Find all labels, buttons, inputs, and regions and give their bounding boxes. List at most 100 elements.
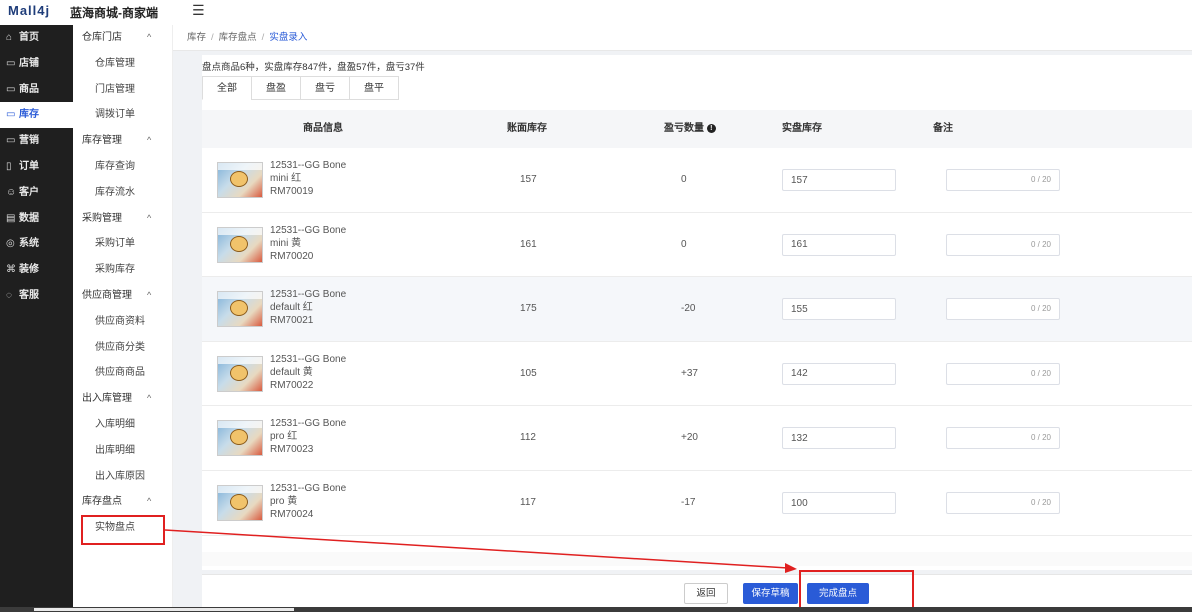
breadcrumb-current: 实盘录入	[269, 32, 308, 43]
sidebar-icon: ⌂	[6, 32, 13, 43]
submenu-item[interactable]: 调拨订单	[73, 102, 172, 128]
sidebar-icon: ▭	[6, 109, 16, 121]
chevron-up-icon: ^	[147, 32, 152, 42]
sidebar: ⌂ 首页 ▭ 店铺 ▭ 商品 ▭ 库存 ▭ 营销 ▯ 订单 ☺ 客户 ▤ 数据 ◎ 系统 ⌘ 装修 ◌ 客服	[0, 25, 73, 612]
sidebar-item-label: 首页	[19, 32, 39, 43]
sidebar-item[interactable]: ▭ 商品	[0, 77, 73, 103]
product-info: 12531--GG Bone pro 红 RM70023	[270, 417, 346, 456]
submenu-group[interactable]: 库存盘点 ^	[73, 489, 172, 515]
submenu-group[interactable]: 库存管理 ^	[73, 128, 172, 154]
table-row: 12531--GG Bonepro 红RM70023 112 +20 0 / 20	[202, 406, 1192, 471]
product-name: 12531--GG Bone	[270, 418, 347, 430]
table-row: 12531--GG Bonedefault 红RM70021 175 -20 0 / …	[202, 277, 1192, 342]
tab-balanced[interactable]: 盘平	[349, 76, 399, 100]
diff-quantity: +37	[681, 367, 698, 379]
product-name: 12531--GG Bone	[270, 224, 347, 236]
submenu-group-title: 仓库门店	[82, 32, 122, 43]
table-header: 商品信息 账面库存 盈亏数量 ! 实盘库存 备注	[202, 110, 1192, 148]
submenu-item[interactable]: 入库明细	[73, 412, 172, 438]
remark-char-count: 0 / 20	[1030, 368, 1051, 378]
submenu-item[interactable]: 供应商商品	[73, 360, 172, 386]
product-code: RM70022	[270, 379, 314, 391]
header-diff: 盈亏数量 !	[664, 110, 716, 148]
sidebar-item[interactable]: ▯ 订单	[0, 154, 73, 180]
product-info: 12531--GG Bone default 红 RM70021	[270, 288, 346, 327]
actual-stock-input[interactable]	[782, 362, 896, 385]
top-bar: Mall4j 蓝海商城-商家端 ☰	[0, 0, 1192, 25]
sidebar-icon: ▤	[6, 212, 16, 224]
horizontal-scrollbar[interactable]	[202, 552, 1192, 566]
info-icon[interactable]: !	[706, 124, 716, 133]
sidebar-item[interactable]: ⌂ 首页	[0, 25, 73, 51]
diff-quantity: 0	[681, 238, 687, 250]
sidebar-item[interactable]: ▭ 营销	[0, 128, 73, 154]
submenu-item[interactable]: 出库明细	[73, 438, 172, 464]
actual-stock-input[interactable]	[782, 427, 896, 450]
submenu-group[interactable]: 仓库门店 ^	[73, 25, 172, 51]
remark-input[interactable]: 0 / 20	[946, 298, 1060, 321]
product-thumbnail	[217, 291, 263, 328]
actual-stock-input[interactable]	[782, 298, 896, 321]
actual-stock-input[interactable]	[782, 492, 896, 514]
submenu-item[interactable]: 门店管理	[73, 77, 172, 103]
submenu-item[interactable]: 库存查询	[73, 154, 172, 180]
product-name: 12531--GG Bone	[270, 289, 347, 301]
tab-all[interactable]: 全部	[202, 76, 252, 100]
remark-input[interactable]: 0 / 20	[946, 233, 1060, 256]
submenu-item[interactable]: 库存流水	[73, 180, 172, 206]
submenu-item[interactable]: 供应商分类	[73, 335, 172, 361]
shop-name: 蓝海商城-商家端	[70, 6, 158, 20]
save-draft-button[interactable]: 保存草稿	[743, 583, 798, 604]
sidebar-item-label: 装修	[19, 264, 39, 276]
sidebar-item[interactable]: ☺ 客户	[0, 180, 73, 206]
actual-stock-input[interactable]	[782, 169, 896, 191]
remark-input[interactable]: 0 / 20	[946, 169, 1060, 191]
product-info: 12531--GG Bone default 黄 RM70022	[270, 353, 346, 392]
book-stock: 161	[520, 238, 537, 250]
submenu-item[interactable]: 采购订单	[73, 231, 172, 257]
sidebar-item[interactable]: ▭ 店铺	[0, 51, 73, 77]
tab-surplus[interactable]: 盘盈	[251, 76, 301, 100]
submenu-item[interactable]: 采购库存	[73, 257, 172, 283]
submenu-item[interactable]: 仓库管理	[73, 51, 172, 77]
sidebar-item[interactable]: ⌘ 装修	[0, 257, 73, 283]
book-stock: 105	[520, 367, 537, 379]
product-name: 12531--GG Bone	[270, 353, 347, 365]
submenu-group[interactable]: 采购管理 ^	[73, 206, 172, 232]
product-thumbnail	[217, 162, 263, 198]
sidebar-item[interactable]: ▭ 库存	[0, 102, 73, 129]
remark-char-count: 0 / 20	[1030, 304, 1051, 314]
sidebar-icon: ▭	[6, 57, 16, 69]
breadcrumb-item[interactable]: 库存	[187, 32, 206, 43]
remark-input[interactable]: 0 / 20	[946, 427, 1060, 450]
remark-input[interactable]: 0 / 20	[946, 362, 1060, 385]
submenu-group[interactable]: 出入库管理 ^	[73, 386, 172, 412]
actual-stock-input[interactable]	[782, 233, 896, 256]
product-spec: default 红	[270, 302, 313, 314]
back-button[interactable]: 返回	[684, 583, 728, 604]
tab-loss[interactable]: 盘亏	[300, 76, 350, 100]
sidebar-item[interactable]: ◌ 客服	[0, 283, 73, 309]
breadcrumb-separator: /	[261, 32, 265, 43]
diff-quantity: -20	[681, 303, 696, 315]
sidebar-icon: ⌘	[6, 264, 16, 276]
product-code: RM70024	[270, 509, 314, 520]
menu-toggle-icon[interactable]: ☰	[192, 2, 205, 19]
sidebar-item-label: 订单	[19, 160, 39, 172]
product-spec: mini 黄	[270, 237, 302, 249]
submenu-group-title: 供应商管理	[82, 289, 132, 301]
sidebar-item-label: 店铺	[19, 57, 39, 69]
sidebar-item[interactable]: ▤ 数据	[0, 206, 73, 232]
product-name: 12531--GG Bone	[270, 483, 347, 494]
chevron-up-icon: ^	[147, 289, 152, 300]
remark-input[interactable]: 0 / 20	[946, 492, 1060, 514]
sidebar-icon: ☺	[6, 186, 17, 198]
sidebar-item[interactable]: ◎ 系统	[0, 231, 73, 257]
chevron-up-icon: ^	[147, 496, 152, 507]
submenu-group[interactable]: 供应商管理 ^	[73, 283, 172, 309]
header-product: 商品信息	[303, 123, 343, 134]
breadcrumb-item[interactable]: 库存盘点	[219, 32, 257, 43]
submenu-item[interactable]: 出入库原因	[73, 464, 172, 490]
product-thumbnail	[217, 226, 263, 263]
submenu-item[interactable]: 供应商资料	[73, 309, 172, 335]
